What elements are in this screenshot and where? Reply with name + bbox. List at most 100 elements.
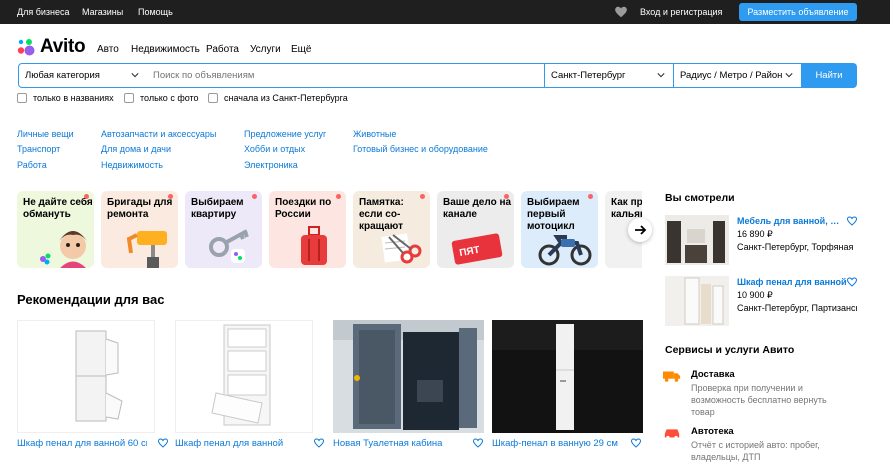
story-title: Выбираем первый мотоцикл xyxy=(527,197,580,232)
story-title: Памятка: если со-кращают xyxy=(359,197,404,232)
category-link[interactable]: Автозапчасти и аксессуары xyxy=(101,129,216,139)
product-title[interactable]: Шкаф пенал для ванной xyxy=(175,438,310,449)
delivery-truck-icon xyxy=(663,371,681,382)
viewed-item-title[interactable]: Мебель для ванной, … xyxy=(737,216,839,226)
story-card[interactable]: Выбираем квартиру xyxy=(185,191,262,268)
avito-logo[interactable]: Avito xyxy=(16,36,86,57)
story-title: Выбираем квартиру xyxy=(191,197,244,220)
find-button[interactable]: Найти xyxy=(801,63,857,88)
category-link[interactable]: Личные вещи xyxy=(17,129,74,139)
city-select[interactable]: Санкт-Петербург xyxy=(544,63,674,88)
unread-dot xyxy=(168,194,173,199)
product-image[interactable] xyxy=(492,320,643,433)
place-ad-button[interactable]: Разместить объявление xyxy=(739,3,857,21)
story-card[interactable]: Бригады для ремонта xyxy=(101,191,178,268)
car-icon xyxy=(664,429,680,440)
viewed-title: Вы смотрели xyxy=(665,192,735,204)
viewed-item-price: 16 890 ₽ xyxy=(737,229,773,239)
favorite-heart-icon[interactable] xyxy=(472,437,484,449)
category-link[interactable]: Животные xyxy=(353,129,396,139)
checkbox[interactable] xyxy=(124,93,134,103)
top-bar: Для бизнеса Магазины Помощь Вход и регис… xyxy=(0,0,890,24)
product-title[interactable]: Новая Туалетная кабина xyxy=(333,438,483,449)
viewed-item-image[interactable] xyxy=(665,276,729,326)
favorite-heart-icon[interactable] xyxy=(846,215,858,227)
service-name[interactable]: Доставка xyxy=(691,369,735,380)
favorites-heart-icon[interactable] xyxy=(614,5,628,19)
story-title: Ваше дело на канале xyxy=(443,197,512,220)
filter-spb-first[interactable]: сначала из Санкт-Петербурга xyxy=(208,93,348,103)
unread-dot xyxy=(588,194,593,199)
chevron-down-icon xyxy=(131,73,139,78)
cabinet-photo xyxy=(176,321,312,432)
chevron-down-icon xyxy=(657,73,665,78)
checkbox[interactable] xyxy=(208,93,218,103)
unread-dot xyxy=(84,194,89,199)
cabinet-photo xyxy=(18,321,154,432)
filter-titles-only[interactable]: только в названиях xyxy=(17,93,114,103)
favorite-heart-icon[interactable] xyxy=(630,437,642,449)
product-title[interactable]: Шкаф пенал для ванной 60 см xyxy=(17,438,147,449)
story-card[interactable]: Памятка: если со-кращают xyxy=(353,191,430,268)
filter-label: сначала из Санкт-Петербурга xyxy=(224,93,348,103)
category-select[interactable]: Любая категория xyxy=(18,63,148,88)
nav-services[interactable]: Услуги xyxy=(250,44,281,55)
service-description: Отчёт с историей авто: пробег, владельцы… xyxy=(691,440,820,462)
login-link[interactable]: Вход и регистрация xyxy=(640,7,722,17)
category-select-value: Любая категория xyxy=(25,70,100,81)
category-link[interactable]: Недвижимость xyxy=(101,160,163,170)
radius-select[interactable]: Радиус / Метро / Район xyxy=(674,63,802,88)
favorite-heart-icon[interactable] xyxy=(313,437,325,449)
story-title: Не дайте себя обмануть xyxy=(23,197,93,220)
category-link[interactable]: Предложение услуг xyxy=(244,129,326,139)
filter-with-photo[interactable]: только с фото xyxy=(124,93,199,103)
viewed-item-title[interactable]: Шкаф пенал для ванной xyxy=(737,277,847,287)
narrow-cabinet-photo xyxy=(492,320,643,433)
recommendations-title: Рекомендации для вас xyxy=(17,292,165,307)
viewed-item-location: Санкт-Петербург, Партизанская xyxy=(737,303,857,313)
nav-more[interactable]: Ещё xyxy=(291,44,311,55)
unread-dot xyxy=(252,194,257,199)
radius-select-value: Радиус / Метро / Район xyxy=(680,70,783,81)
filter-label: только в названиях xyxy=(33,93,114,103)
product-image[interactable] xyxy=(175,320,313,433)
favorite-heart-icon[interactable] xyxy=(157,437,169,449)
category-link[interactable]: Для дома и дачи xyxy=(101,144,171,154)
category-link[interactable]: Хобби и отдых xyxy=(244,144,305,154)
story-card[interactable]: Не дайте себя обмануть xyxy=(17,191,94,268)
story-card[interactable]: Выбираем первый мотоцикл xyxy=(521,191,598,268)
unread-dot xyxy=(420,194,425,199)
shops-link[interactable]: Магазины xyxy=(82,7,123,17)
category-link[interactable]: Электроника xyxy=(244,160,298,170)
product-image[interactable] xyxy=(17,320,155,433)
for-business-link[interactable]: Для бизнеса xyxy=(17,7,70,17)
category-link[interactable]: Транспорт xyxy=(17,144,60,154)
category-link[interactable]: Готовый бизнес и оборудование xyxy=(353,144,488,154)
product-image[interactable] xyxy=(333,320,484,433)
bathroom-furniture-photo xyxy=(665,215,729,265)
category-link[interactable]: Работа xyxy=(17,160,47,170)
viewed-item-price: 10 900 ₽ xyxy=(737,290,773,300)
story-card[interactable]: Поездки по России xyxy=(269,191,346,268)
cabinet-photo xyxy=(665,276,729,326)
search-input[interactable] xyxy=(147,63,544,88)
stories-next-button[interactable] xyxy=(628,218,652,242)
viewed-item-location: Санкт-Петербург, Торфяная xyxy=(737,242,854,252)
viewed-item-image[interactable] xyxy=(665,215,729,265)
story-title: Бригады для ремонта xyxy=(107,197,173,220)
filter-label: только с фото xyxy=(140,93,199,103)
unread-dot xyxy=(336,194,341,199)
story-title: Поездки по России xyxy=(275,197,332,220)
arrow-right-icon xyxy=(635,225,647,235)
help-link[interactable]: Помощь xyxy=(138,7,173,17)
product-title[interactable]: Шкаф-пенал в ванную 29 см xyxy=(492,438,627,449)
nav-realty[interactable]: Недвижимость xyxy=(131,44,200,55)
checkbox[interactable] xyxy=(17,93,27,103)
toilet-cabin-photo xyxy=(333,320,484,433)
favorite-heart-icon[interactable] xyxy=(846,276,858,288)
story-card[interactable]: ПЯТ Ваше дело на канале xyxy=(437,191,514,268)
unread-dot xyxy=(504,194,509,199)
service-name[interactable]: Автотека xyxy=(691,426,734,437)
nav-auto[interactable]: Авто xyxy=(97,44,119,55)
nav-jobs[interactable]: Работа xyxy=(206,44,239,55)
